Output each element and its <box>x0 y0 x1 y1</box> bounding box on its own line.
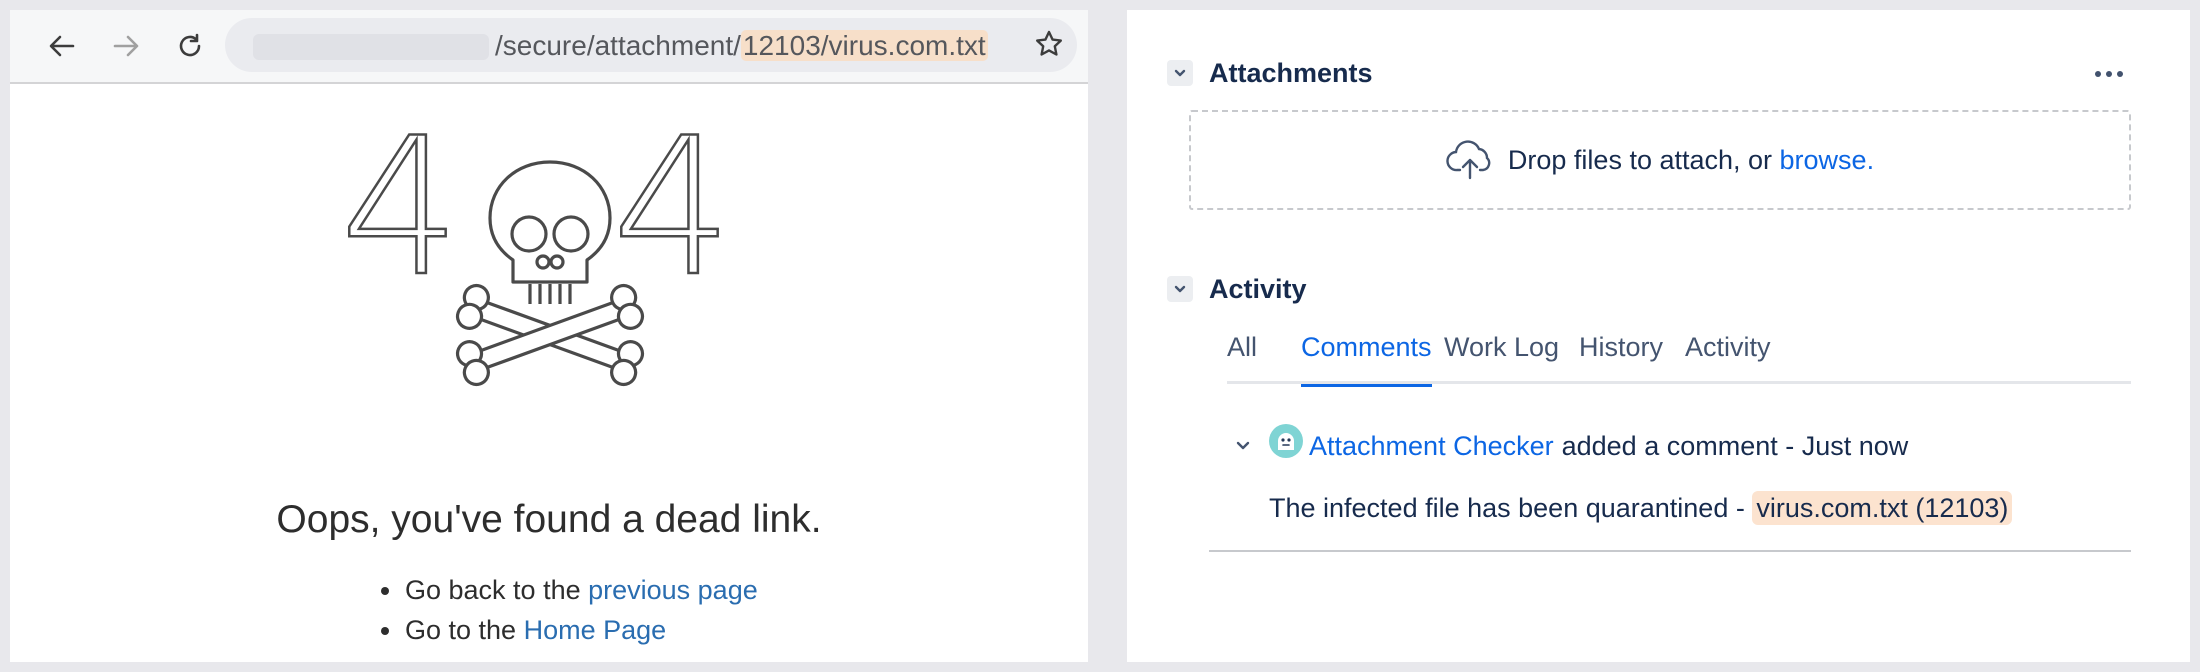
previous-page-link[interactable]: previous page <box>588 575 758 605</box>
url-path: /secure/attachment/ <box>495 30 741 61</box>
activity-heading: Activity <box>1209 274 1307 304</box>
comment-collapse-toggle[interactable] <box>1231 434 1255 458</box>
arrow-right-icon <box>113 35 139 57</box>
chevron-down-icon <box>1236 441 1250 450</box>
tab-all[interactable]: All <box>1227 332 1257 384</box>
attachments-collapse-toggle[interactable] <box>1167 60 1193 86</box>
back-button[interactable] <box>42 26 82 66</box>
bot-avatar-icon <box>1271 426 1301 456</box>
tab-comments[interactable]: Comments <box>1301 332 1432 387</box>
comment-author[interactable]: Attachment Checker <box>1309 431 1554 462</box>
reload-button[interactable] <box>170 26 210 66</box>
chevron-down-icon <box>1174 69 1186 77</box>
browser-toolbar: /secure/attachment/12103/virus.com.txt <box>10 10 1088 84</box>
error-title: Oops, you've found a dead link. <box>276 498 822 541</box>
url-highlight: 12103/virus.com.txt <box>740 30 988 61</box>
url-host-redacted <box>253 34 489 60</box>
tab-work-log[interactable]: Work Log <box>1444 332 1559 384</box>
comment-action: added a comment - Just now <box>1561 430 1909 461</box>
comment-header: Attachment Checker added a comment - Jus… <box>1231 424 1909 466</box>
cloud-upload-icon <box>1446 140 1491 180</box>
tab-history[interactable]: History <box>1579 332 1663 384</box>
url-text: /secure/attachment/12103/virus.com.txt <box>495 30 988 62</box>
activity-tabs: All Comments Work Log History Activity <box>1227 332 2131 387</box>
arrow-left-icon <box>49 35 75 57</box>
home-page-link[interactable]: Home Page <box>524 615 667 645</box>
bookmark-button[interactable] <box>1029 24 1069 64</box>
list-item: Go back to the previous page <box>381 570 758 610</box>
chevron-down-icon <box>1174 285 1186 293</box>
help-links: Go back to the previous page Go to the H… <box>381 570 758 650</box>
dot <box>2106 71 2112 77</box>
avatar[interactable] <box>1269 424 1303 458</box>
comment-body: The infected file has been quarantined -… <box>1269 488 2013 528</box>
dot <box>2095 71 2101 77</box>
comment-divider <box>1209 550 2131 552</box>
issue-panel: Attachments Drop files to attach, or bro… <box>1127 10 2190 662</box>
skull-404-illustration: 4 4 <box>340 120 734 387</box>
file-reference: virus.com.txt (12103) <box>1752 491 2013 525</box>
browse-link[interactable]: browse. <box>1780 145 1875 175</box>
activity-collapse-toggle[interactable] <box>1167 276 1193 302</box>
tab-activity[interactable]: Activity <box>1685 332 1771 384</box>
attachment-dropzone[interactable]: Drop files to attach, or browse. <box>1189 110 2131 210</box>
forward-button[interactable] <box>106 26 146 66</box>
attachments-heading: Attachments <box>1209 58 1373 88</box>
browser-window: /secure/attachment/12103/virus.com.txt 4… <box>10 10 1088 662</box>
dot <box>2117 71 2123 77</box>
address-bar[interactable]: /secure/attachment/12103/virus.com.txt <box>225 18 1077 72</box>
digit-left: 4 <box>340 120 461 318</box>
star-icon <box>1036 30 1062 56</box>
drop-text: Drop files to attach, or <box>1507 144 1780 175</box>
more-actions-button[interactable] <box>2087 62 2131 86</box>
reload-icon <box>179 33 201 57</box>
list-item: Go to the Home Page <box>381 610 758 650</box>
